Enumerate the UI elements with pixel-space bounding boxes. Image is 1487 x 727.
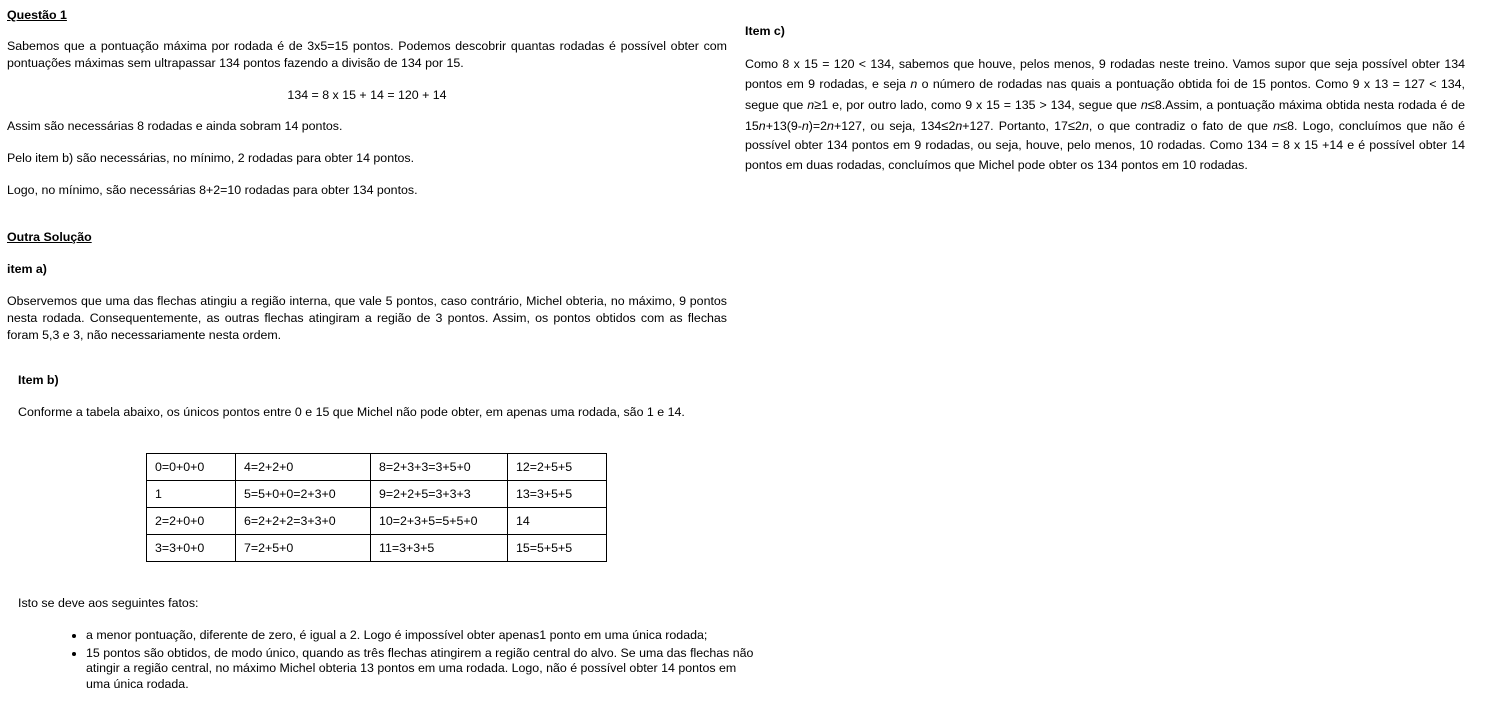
table-cell: 2=2+0+0	[146, 507, 236, 535]
table-cell: 13=3+5+5	[507, 480, 607, 508]
table-cell: 1	[146, 480, 236, 508]
facts-list: a menor pontuação, diferente de zero, é …	[64, 628, 760, 695]
table-cell: 11=3+3+5	[370, 534, 508, 562]
table-cell: 14	[507, 507, 607, 535]
table-cell: 0=0+0+0	[146, 453, 236, 481]
paragraph-conclusion: Logo, no mínimo, são necessárias 8+2=10 …	[7, 183, 418, 197]
item-b-text: Conforme a tabela abaixo, os únicos pont…	[18, 405, 685, 419]
scores-table: 0=0+0+0 4=2+2+0 8=2+3+3=3+5+0 12=2+5+5 1…	[146, 453, 607, 562]
table-cell: 9=2+2+5=3+3+3	[370, 480, 508, 508]
table-cell: 15=5+5+5	[507, 534, 607, 562]
list-item: 15 pontos são obtidos, de modo único, qu…	[86, 646, 760, 693]
facts-intro: Isto se deve aos seguintes fatos:	[18, 596, 199, 610]
other-solution-title: Outra Solução	[7, 230, 92, 244]
table-row: 0=0+0+0 4=2+2+0 8=2+3+3=3+5+0 12=2+5+5	[146, 453, 607, 481]
item-a-text: Observemos que uma das flechas atingiu a…	[7, 294, 727, 342]
table-cell: 8=2+3+3=3+5+0	[370, 453, 508, 481]
item-c-text: Como 8 x 15 = 120 < 134, sabemos que hou…	[745, 57, 1465, 173]
table-row: 1 5=5+0+0=2+3+0 9=2+2+5=3+3+3 13=3+5+5	[146, 480, 607, 508]
item-c-title: Item c)	[745, 24, 785, 38]
paragraph-max-score: Sabemos que a pontuação máxima por rodad…	[7, 39, 727, 70]
division-equation: 134 = 8 x 15 + 14 = 120 + 14	[287, 88, 447, 102]
table-row: 3=3+0+0 7=2+5+0 11=3+3+5 15=5+5+5	[146, 534, 607, 562]
table-row: 2=2+0+0 6=2+2+2=3+3+0 10=2+3+5=5+5+0 14	[146, 507, 607, 535]
item-a-title: item a)	[7, 262, 47, 276]
question-title: Questão 1	[7, 8, 67, 22]
table-cell: 7=2+5+0	[235, 534, 371, 562]
table-cell: 6=2+2+2=3+3+0	[235, 507, 371, 535]
table-cell: 3=3+0+0	[146, 534, 236, 562]
table-cell: 10=2+3+5=5+5+0	[370, 507, 508, 535]
list-item: a menor pontuação, diferente de zero, é …	[86, 628, 760, 644]
paragraph-item-b-reference: Pelo item b) são necessárias, no mínimo,…	[7, 151, 415, 165]
paragraph-rounds-needed: Assim são necessárias 8 rodadas e ainda …	[7, 119, 343, 133]
table-cell: 12=2+5+5	[507, 453, 607, 481]
item-b-title: Item b)	[18, 373, 59, 387]
table-cell: 5=5+0+0=2+3+0	[235, 480, 371, 508]
table-cell: 4=2+2+0	[235, 453, 371, 481]
